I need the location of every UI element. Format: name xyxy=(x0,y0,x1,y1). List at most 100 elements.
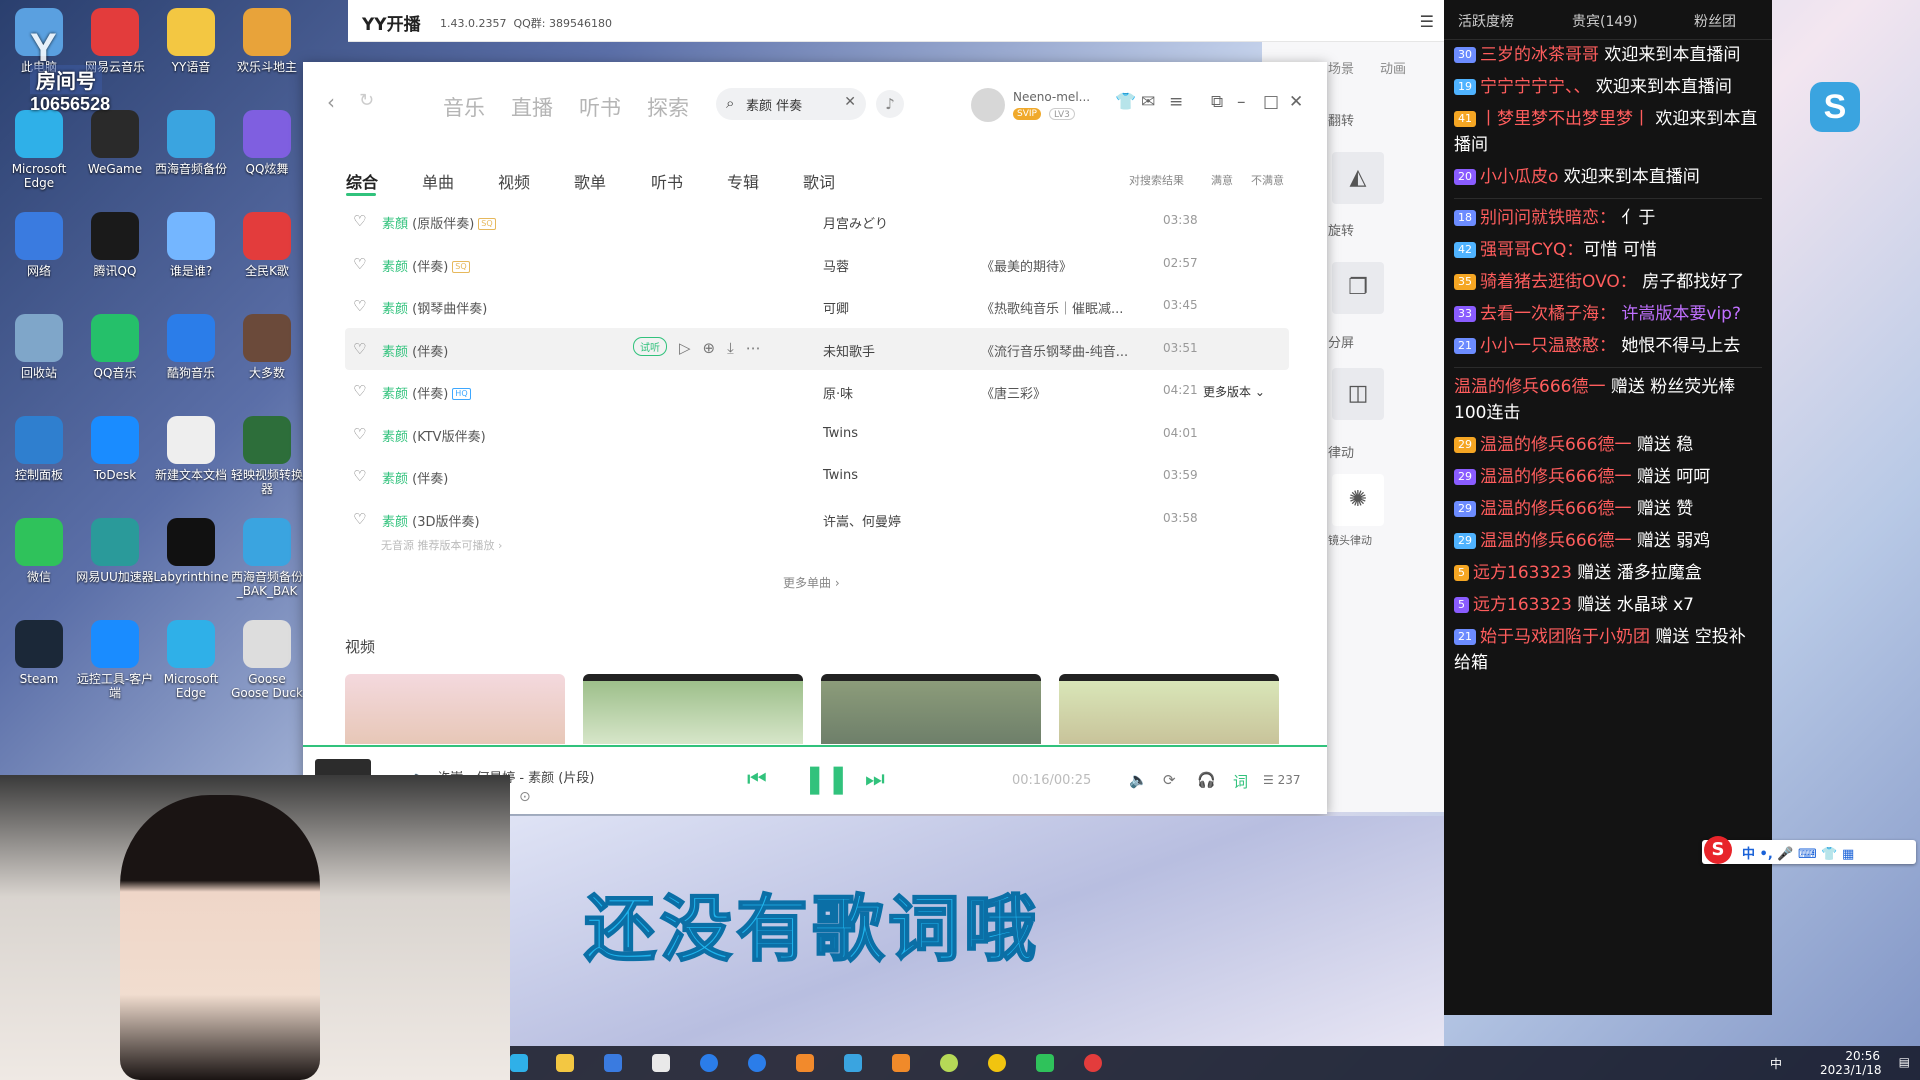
chat-username[interactable]: 宁宁宁宁宁、、 xyxy=(1480,77,1591,97)
subtab-playlists[interactable]: 歌单 xyxy=(574,169,606,193)
song-row[interactable]: ♡ 素颜 (伴奏) HQ 原·味 《唐三彩》 04:21 更多版本 ⌄ xyxy=(345,370,1289,413)
chat-username[interactable]: 温温的修兵666德一 xyxy=(1480,499,1631,519)
tab-audiobook[interactable]: 听书 xyxy=(579,92,621,122)
voice-search-icon[interactable]: ♪ xyxy=(876,90,904,118)
lyrics-button[interactable]: 词 xyxy=(1233,771,1248,792)
kugou2-taskbar-icon[interactable] xyxy=(748,1054,766,1072)
close-icon[interactable]: ✕ xyxy=(1289,92,1303,112)
song-title[interactable]: 素颜 (伴奏) HQ xyxy=(382,383,471,402)
subtab-all[interactable]: 综合 xyxy=(346,169,378,193)
song-row[interactable]: ♡ 素顏 (原版伴奏) SQ 月宫みどり 03:38 xyxy=(345,200,1289,243)
favorite-heart-icon[interactable]: ♡ xyxy=(353,467,366,485)
subtab-videos[interactable]: 视频 xyxy=(498,169,530,193)
song-artist[interactable]: 月宫みどり xyxy=(823,213,888,232)
floating-s-app-icon[interactable]: S xyxy=(1810,82,1860,132)
mini-mode-icon[interactable]: ⧉ xyxy=(1211,92,1223,112)
song-album[interactable]: 《最美的期待》 xyxy=(981,256,1072,275)
song-album[interactable]: 《热歌纯音乐｜催眠减... xyxy=(981,298,1123,317)
favorite-heart-icon[interactable]: ♡ xyxy=(353,297,366,315)
tab-active-rank[interactable]: 活跃度榜 xyxy=(1458,11,1514,31)
loop-icon[interactable]: ⟳ xyxy=(1163,771,1176,789)
song-title[interactable]: 素颜 (3D版伴奏) xyxy=(382,511,480,530)
desktop-icon[interactable]: Microsoft Edge xyxy=(0,110,78,190)
video-thumbnail[interactable] xyxy=(345,674,565,744)
favorite-heart-icon[interactable]: ♡ xyxy=(353,510,366,528)
desktop-icon[interactable]: 西海音频备份 xyxy=(152,110,230,176)
song-artist[interactable]: Twins xyxy=(823,426,858,441)
tab-music[interactable]: 音乐 xyxy=(443,92,485,122)
desktop-icon[interactable]: 轻映视频转换器 xyxy=(228,416,306,496)
main-menu-icon[interactable]: ≡ xyxy=(1169,92,1183,112)
chat-username[interactable]: 温温的修兵666德一 xyxy=(1480,435,1631,455)
favorite-heart-icon[interactable]: ♡ xyxy=(353,212,366,230)
mail-icon[interactable]: ✉ xyxy=(1141,92,1155,112)
desktop-icon[interactable]: 欢乐斗地主 xyxy=(228,8,306,74)
trial-button[interactable]: 试听 xyxy=(633,336,667,356)
favorite-heart-icon[interactable]: ♡ xyxy=(353,255,366,273)
tab-scene[interactable]: 场景 xyxy=(1328,58,1354,77)
mail-taskbar-icon[interactable] xyxy=(652,1054,670,1072)
song-row[interactable]: ♡ 素颜 (3D版伴奏) 许嵩、何曼婷 03:58 xyxy=(345,498,1289,541)
obs-taskbar-icon[interactable] xyxy=(988,1054,1006,1072)
rotate-button[interactable]: ❐ xyxy=(1332,262,1384,314)
explorer-taskbar-icon[interactable] xyxy=(556,1054,574,1072)
desktop-icon[interactable]: 网络 xyxy=(0,212,78,278)
song-title[interactable]: 素颜 (KTV版伴奏) xyxy=(382,426,486,445)
chat-username[interactable]: 丨梦里梦不出梦里梦丨 xyxy=(1480,109,1650,129)
flip-button[interactable]: ◭ xyxy=(1332,152,1384,204)
user-name[interactable]: Neeno-mel... xyxy=(1013,90,1090,104)
clock[interactable]: 20:56 2023/1/18 xyxy=(1820,1049,1882,1077)
desktop-icon[interactable]: 大多数 xyxy=(228,314,306,380)
chat-username[interactable]: 温温的修兵666德一 xyxy=(1480,531,1631,551)
kugou-taskbar-icon[interactable] xyxy=(700,1054,718,1072)
clear-icon[interactable]: ✕ xyxy=(844,94,856,110)
edge-taskbar-icon[interactable] xyxy=(510,1054,528,1072)
subtab-lyrics[interactable]: 歌词 xyxy=(803,169,835,193)
song-album[interactable]: 《唐三彩》 xyxy=(981,383,1046,402)
input-method-bar[interactable]: S 中 •, 🎤 ⌨ 👕 ▦ xyxy=(1702,836,1916,864)
favorite-heart-icon[interactable]: ♡ xyxy=(353,382,366,400)
song-row[interactable]: ♡ 素颜 (伴奏) SQ 马蓉 《最美的期待》 02:57 xyxy=(345,243,1289,286)
tab-fan-club[interactable]: 粉丝团 xyxy=(1694,11,1736,31)
desktop-icon[interactable]: Steam xyxy=(0,620,78,686)
notification-icon[interactable]: ▤ xyxy=(1899,1055,1910,1069)
chat-username[interactable]: 小小瓜皮o xyxy=(1480,167,1558,187)
chat-username[interactable]: 三岁的冰茶哥哥 xyxy=(1480,45,1599,65)
playlist-button[interactable]: ☰ 237 xyxy=(1263,773,1300,787)
volume-icon[interactable]: 🔈 xyxy=(1129,771,1148,789)
qqmusic-taskbar-icon[interactable] xyxy=(940,1054,958,1072)
more-icon[interactable]: ⋯ xyxy=(746,339,761,357)
previous-icon[interactable]: ⏮ xyxy=(747,767,767,792)
tab-animation[interactable]: 动画 xyxy=(1380,58,1406,77)
more-singles-link[interactable]: 更多单曲 › xyxy=(783,574,840,591)
chat-username[interactable]: 去看一次橘子海： xyxy=(1480,304,1616,324)
favorite-heart-icon[interactable]: ♡ xyxy=(353,425,366,443)
desktop-icon[interactable]: WeGame xyxy=(76,110,154,176)
refresh-icon[interactable]: ↻ xyxy=(359,90,374,111)
feedback-good-button[interactable]: 满意 xyxy=(1211,172,1233,188)
song-row[interactable]: ♡ 素颜 (伴奏) Twins 03:59 xyxy=(345,455,1289,498)
chat-username[interactable]: 远方163323 xyxy=(1473,595,1572,615)
jitter-button[interactable]: ✺ xyxy=(1332,474,1384,526)
song-title[interactable]: 素颜 (伴奏) SQ xyxy=(382,256,470,275)
desktop-icon[interactable]: Microsoft Edge xyxy=(152,620,230,700)
chat-username[interactable]: 强哥哥CYQ： xyxy=(1480,240,1583,260)
desktop-icon[interactable]: QQ音乐 xyxy=(76,314,154,380)
maximize-icon[interactable]: □ xyxy=(1263,92,1279,112)
no-source-hint[interactable]: 无音源 推荐版本可播放 › xyxy=(381,537,502,553)
desktop-icon[interactable]: 远控工具-客户端 xyxy=(76,620,154,700)
tab-vip[interactable]: 贵宾(149) xyxy=(1572,11,1638,31)
s-app-taskbar-icon[interactable] xyxy=(844,1054,862,1072)
chat-username[interactable]: 温温的修兵666德一 xyxy=(1480,467,1631,487)
search-input[interactable] xyxy=(746,95,842,113)
desktop-icon[interactable]: 回收站 xyxy=(0,314,78,380)
video-thumbnail[interactable] xyxy=(1059,674,1279,744)
song-artist[interactable]: 马蓉 xyxy=(823,256,849,275)
subtab-singles[interactable]: 单曲 xyxy=(422,169,454,193)
tab-live[interactable]: 直播 xyxy=(511,92,553,122)
wechat-taskbar-icon[interactable] xyxy=(1036,1054,1054,1072)
yy-menu-icon[interactable]: ☰ xyxy=(1420,12,1434,31)
subtab-audiobooks[interactable]: 听书 xyxy=(651,169,683,193)
minimize-icon[interactable]: – xyxy=(1237,92,1246,112)
subtab-albums[interactable]: 专辑 xyxy=(727,169,759,193)
